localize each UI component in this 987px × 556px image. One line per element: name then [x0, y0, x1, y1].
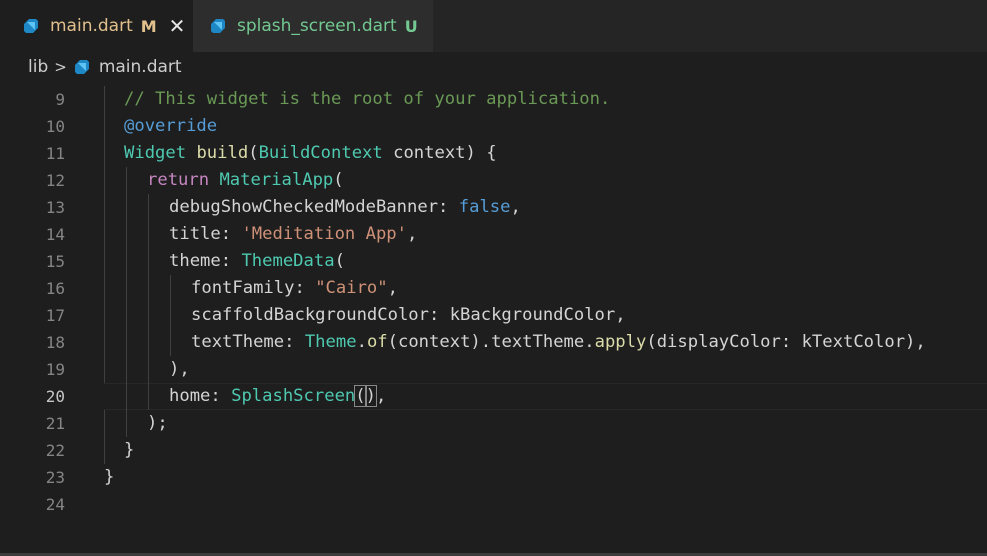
code-text: @override	[124, 116, 218, 136]
code-line: 16 fontFamily: "Cairo",	[0, 275, 987, 302]
line-number: 12	[45, 171, 65, 190]
code-text: Widget build(BuildContext context) {	[124, 143, 497, 163]
code-line-current: 20 home: SplashScreen(),	[0, 383, 987, 410]
dart-icon	[73, 58, 91, 76]
code-line: 18 textTheme: Theme.of(context).textThem…	[0, 329, 987, 356]
code-line: 10 @override	[0, 113, 987, 140]
untracked-badge: U	[404, 16, 418, 36]
breadcrumb-file[interactable]: main.dart	[99, 57, 182, 77]
code-line: 13 debugShowCheckedModeBanner: false,	[0, 194, 987, 221]
breadcrumb: lib > main.dart	[0, 52, 987, 82]
line-number: 19	[45, 360, 65, 379]
line-number: 24	[45, 495, 65, 514]
tab-label: splash_screen.dart	[237, 16, 397, 36]
tab-label: main.dart	[50, 16, 133, 36]
code-line: 23 }	[0, 464, 987, 491]
code-text: scaffoldBackgroundColor: kBackgroundColo…	[191, 305, 626, 325]
tab-main-dart[interactable]: main.dart M ✕	[0, 0, 193, 52]
code-text: }	[124, 440, 135, 460]
code-line: 24	[0, 491, 987, 518]
code-text: }	[104, 467, 115, 487]
line-number: 9	[55, 90, 65, 109]
line-number: 17	[45, 306, 65, 325]
code-line: 22 }	[0, 437, 987, 464]
code-text: title: 'Meditation App',	[169, 224, 418, 244]
breadcrumb-folder[interactable]: lib	[28, 57, 48, 77]
code-line: 17 scaffoldBackgroundColor: kBackgroundC…	[0, 302, 987, 329]
code-line: 11 Widget build(BuildContext context) {	[0, 140, 987, 167]
code-text: ),	[169, 359, 190, 379]
code-line: 15 theme: ThemeData(	[0, 248, 987, 275]
tab-bar: main.dart M ✕ splash_screen.dart U	[0, 0, 987, 52]
chevron-right-icon: >	[54, 58, 67, 76]
code-text: debugShowCheckedModeBanner: false,	[169, 197, 521, 217]
line-number: 20	[45, 387, 65, 406]
code-line: 21 );	[0, 410, 987, 437]
line-number: 11	[45, 144, 65, 163]
line-number: 13	[45, 198, 65, 217]
tab-splash-screen-dart[interactable]: splash_screen.dart U	[193, 0, 433, 52]
code-editor[interactable]: 9 // This widget is the root of your app…	[0, 83, 987, 553]
line-number: 22	[45, 441, 65, 460]
line-number: 10	[45, 117, 65, 136]
code-text: textTheme: Theme.of(context).textTheme.a…	[191, 332, 926, 352]
code-line: 14 title: 'Meditation App',	[0, 221, 987, 248]
code-text: fontFamily: "Cairo",	[191, 278, 398, 298]
code-text: // This widget is the root of your appli…	[124, 89, 611, 109]
dart-icon	[209, 17, 227, 35]
line-number: 21	[45, 414, 65, 433]
close-icon[interactable]: ✕	[169, 16, 186, 36]
code-line: 19 ),	[0, 356, 987, 383]
code-text: );	[147, 413, 168, 433]
line-number: 18	[45, 333, 65, 352]
line-number: 23	[45, 468, 65, 487]
code-text: return MaterialApp(	[147, 170, 344, 190]
line-number: 15	[45, 252, 65, 271]
code-line: 12 return MaterialApp(	[0, 167, 987, 194]
dart-icon	[22, 17, 40, 35]
code-line: 9 // This widget is the root of your app…	[0, 86, 987, 113]
line-number: 16	[45, 279, 65, 298]
code-text: home: SplashScreen(),	[169, 385, 387, 407]
code-text: theme: ThemeData(	[169, 251, 345, 271]
modified-badge: M	[140, 16, 157, 36]
line-number: 14	[45, 225, 65, 244]
